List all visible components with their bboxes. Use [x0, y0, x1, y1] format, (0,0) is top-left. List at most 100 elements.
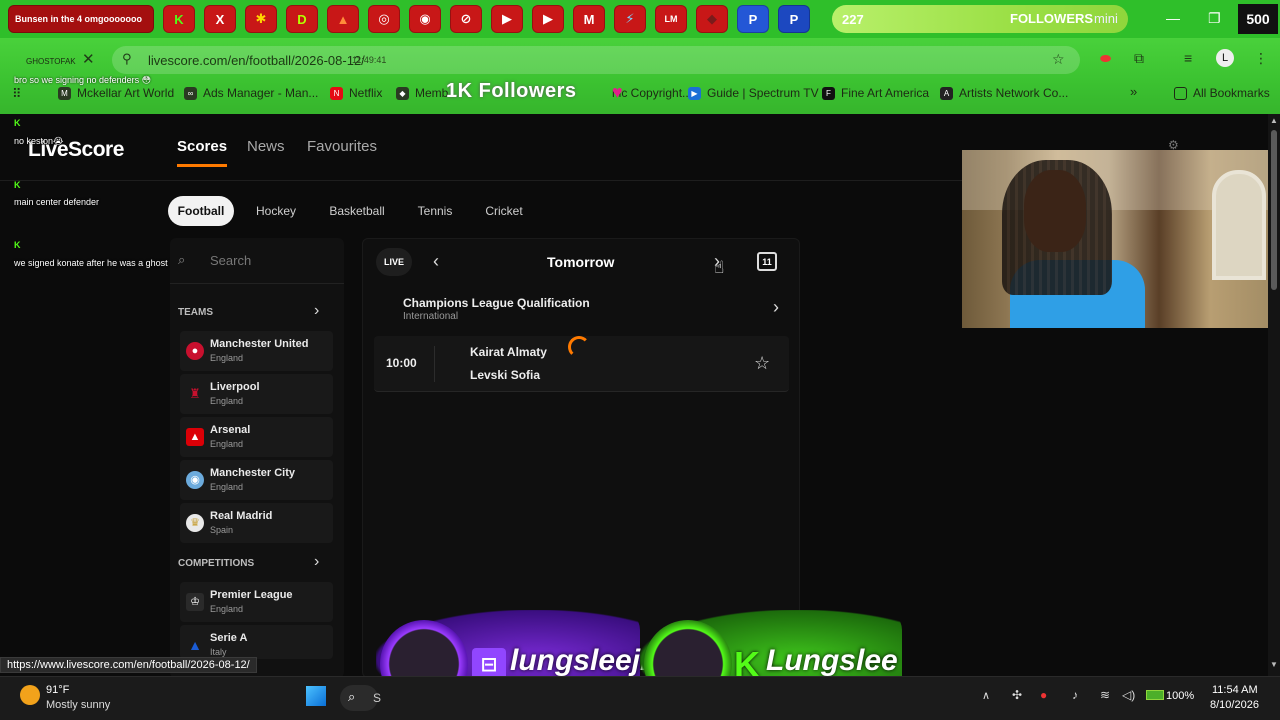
favourite-star-icon[interactable]: ☆ — [754, 353, 770, 374]
competition-item[interactable]: ▲ Serie A Italy — [180, 625, 333, 659]
clock-time[interactable]: 11:54 AM — [1212, 684, 1258, 696]
overlay-label: GHOSTOFAK — [26, 57, 76, 66]
weather-icon[interactable] — [20, 685, 40, 705]
nav-favourites[interactable]: Favourites — [307, 138, 377, 155]
play-icon: ▶ — [688, 86, 701, 100]
tab-slash-icon[interactable]: ⊘ — [450, 5, 482, 33]
minimize-button[interactable]: — — [1166, 10, 1180, 26]
webcam-overlay — [962, 150, 1280, 328]
bookmark-item[interactable]: N Netflix — [330, 86, 382, 100]
sport-football[interactable]: Football — [168, 196, 234, 226]
search-text: S — [373, 691, 382, 705]
sport-tennis[interactable]: Tennis — [408, 196, 462, 226]
match-row[interactable]: 10:00 Kairat Almaty Levski Sofia ☆ — [374, 336, 789, 392]
scroll-down-icon[interactable]: ▼ — [1270, 660, 1278, 669]
live-button[interactable]: LIVE — [376, 248, 412, 276]
sport-basketball[interactable]: Basketball — [318, 196, 396, 226]
chevron-right-icon[interactable]: » — [1130, 84, 1137, 99]
chevron-up-icon[interactable]: ∧ — [982, 689, 990, 702]
tab-circle-icon[interactable]: ◎ — [368, 5, 400, 33]
team-item[interactable]: ● Manchester United England — [180, 331, 333, 371]
bookmark-item[interactable]: nic Copyright... — [612, 86, 692, 100]
status-url: https://www.livescore.com/en/football/20… — [0, 657, 257, 673]
tab-paypal-icon[interactable]: P — [778, 5, 810, 33]
tab-bolt-icon[interactable]: ⚡ — [614, 5, 646, 33]
volume-icon[interactable]: ◁) — [1122, 688, 1135, 702]
tab-lm-icon[interactable]: LM — [655, 5, 687, 33]
site-info-icon[interactable]: ⚲ — [122, 51, 132, 67]
chat-message: no keston😭 — [14, 136, 64, 146]
cursor-icon: ☝ — [714, 258, 725, 277]
bookmark-item[interactable]: F Fine Art America — [822, 86, 929, 100]
nav-scores[interactable]: Scores — [177, 138, 228, 167]
extension-icon[interactable]: ⬬ — [1100, 51, 1111, 67]
battery-percent: 100% — [1166, 690, 1195, 702]
team-item[interactable]: ▲ Arsenal England — [180, 417, 333, 457]
chevron-right-icon[interactable]: › — [314, 302, 319, 320]
scrollbar[interactable]: ▲ ▼ — [1268, 114, 1280, 676]
tab-p-icon[interactable]: P — [737, 5, 769, 33]
sport-cricket[interactable]: Cricket — [474, 196, 534, 226]
bookmarks-bar: M Mckellar Art World ∞ Ads Manager - Man..… — [0, 82, 1280, 106]
club-crest-icon: ▲ — [186, 428, 204, 446]
club-crest-icon: ♜ — [189, 386, 201, 401]
tab-diamond-icon[interactable]: ◆ — [696, 5, 728, 33]
tab-openai-icon[interactable]: ◉ — [409, 5, 441, 33]
search-field[interactable]: ⌕ Search — [170, 238, 344, 284]
team-item[interactable]: ◉ Manchester City England — [180, 460, 333, 500]
all-bookmarks[interactable]: All Bookmarks — [1174, 86, 1270, 100]
bookmark-star-icon[interactable]: ☆ — [1052, 51, 1065, 68]
bookmark-item[interactable]: A Artists Network Co... — [940, 86, 1068, 100]
tray-app-icon[interactable]: ✣ — [1012, 688, 1022, 702]
wifi-icon[interactable]: ≋ — [1100, 688, 1110, 702]
team-item[interactable]: ♛ Real Madrid Spain — [180, 503, 333, 543]
competition-name[interactable]: Champions League Qualification — [403, 296, 590, 310]
sport-hockey[interactable]: Hockey — [246, 196, 306, 226]
tab-kick-icon[interactable]: K — [163, 5, 195, 33]
weather-desc[interactable]: Mostly sunny — [46, 699, 110, 711]
weather-temp[interactable]: 91°F — [46, 684, 69, 696]
profile-avatar[interactable]: L — [1216, 49, 1234, 67]
twitch-handle: lungsleejr — [510, 644, 652, 677]
scroll-thumb[interactable] — [1271, 130, 1277, 290]
tab-app-icon[interactable]: ▲ — [327, 5, 359, 33]
tab-d-icon[interactable]: D — [286, 5, 318, 33]
tab-youtube-icon[interactable]: ▶ — [491, 5, 523, 33]
microphone-icon[interactable]: ♪ — [1072, 688, 1078, 702]
kick-badge-icon: K — [14, 180, 21, 190]
chevron-right-icon[interactable]: › — [314, 553, 319, 571]
tab-x-icon[interactable]: X — [204, 5, 236, 33]
chevron-left-icon[interactable]: ‹ — [433, 251, 439, 272]
goal-extra: mini — [1094, 11, 1118, 26]
taskbar-search[interactable]: ⌕ S — [340, 685, 382, 711]
tab-youtube-icon[interactable]: ▶ — [532, 5, 564, 33]
media-icon[interactable]: ≡ — [1184, 50, 1192, 66]
maximize-button[interactable]: ❐ — [1208, 10, 1221, 27]
puzzle-icon[interactable]: ⧉ — [1134, 50, 1144, 67]
chevron-right-icon[interactable]: › — [773, 297, 779, 318]
premier-league-icon: ♔ — [186, 593, 204, 611]
match-time: 10:00 — [386, 356, 417, 370]
serie-a-icon: ▲ — [188, 637, 202, 653]
tray-record-icon[interactable]: ● — [1040, 688, 1047, 702]
menu-icon[interactable]: ⋮ — [1254, 50, 1268, 67]
windows-start-icon[interactable] — [306, 686, 326, 706]
tab-gmail-icon[interactable]: M — [573, 5, 605, 33]
tab-title: Bunsen in the 4 omgooooooo — [15, 14, 142, 24]
address-bar[interactable]: ⚲ livescore.com/en/football/2026-08-12/ … — [112, 46, 1080, 74]
bookmark-item[interactable]: ∞ Ads Manager - Man... — [184, 86, 318, 100]
bookmark-item[interactable]: ▶ Guide | Spectrum TV — [688, 86, 819, 100]
calendar-icon[interactable]: 11 — [757, 252, 777, 271]
bookmark-item[interactable]: M Mckellar Art World — [58, 86, 174, 100]
competition-item[interactable]: ♔ Premier League England — [180, 582, 333, 622]
nav-news[interactable]: News — [247, 138, 285, 155]
close-icon[interactable]: ✕ — [82, 50, 95, 68]
team-item[interactable]: ♜ Liverpool England — [180, 374, 333, 414]
teams-heading: TEAMS — [178, 307, 213, 318]
scroll-up-icon[interactable]: ▲ — [1270, 116, 1278, 125]
home-team: Kairat Almaty — [470, 345, 547, 359]
browser-tab[interactable]: Bunsen in the 4 omgooooooo — [8, 5, 154, 33]
tab-star-icon[interactable]: ✱ — [245, 5, 277, 33]
battery-icon[interactable] — [1146, 690, 1164, 700]
clock-date[interactable]: 8/10/2026 — [1210, 699, 1259, 711]
